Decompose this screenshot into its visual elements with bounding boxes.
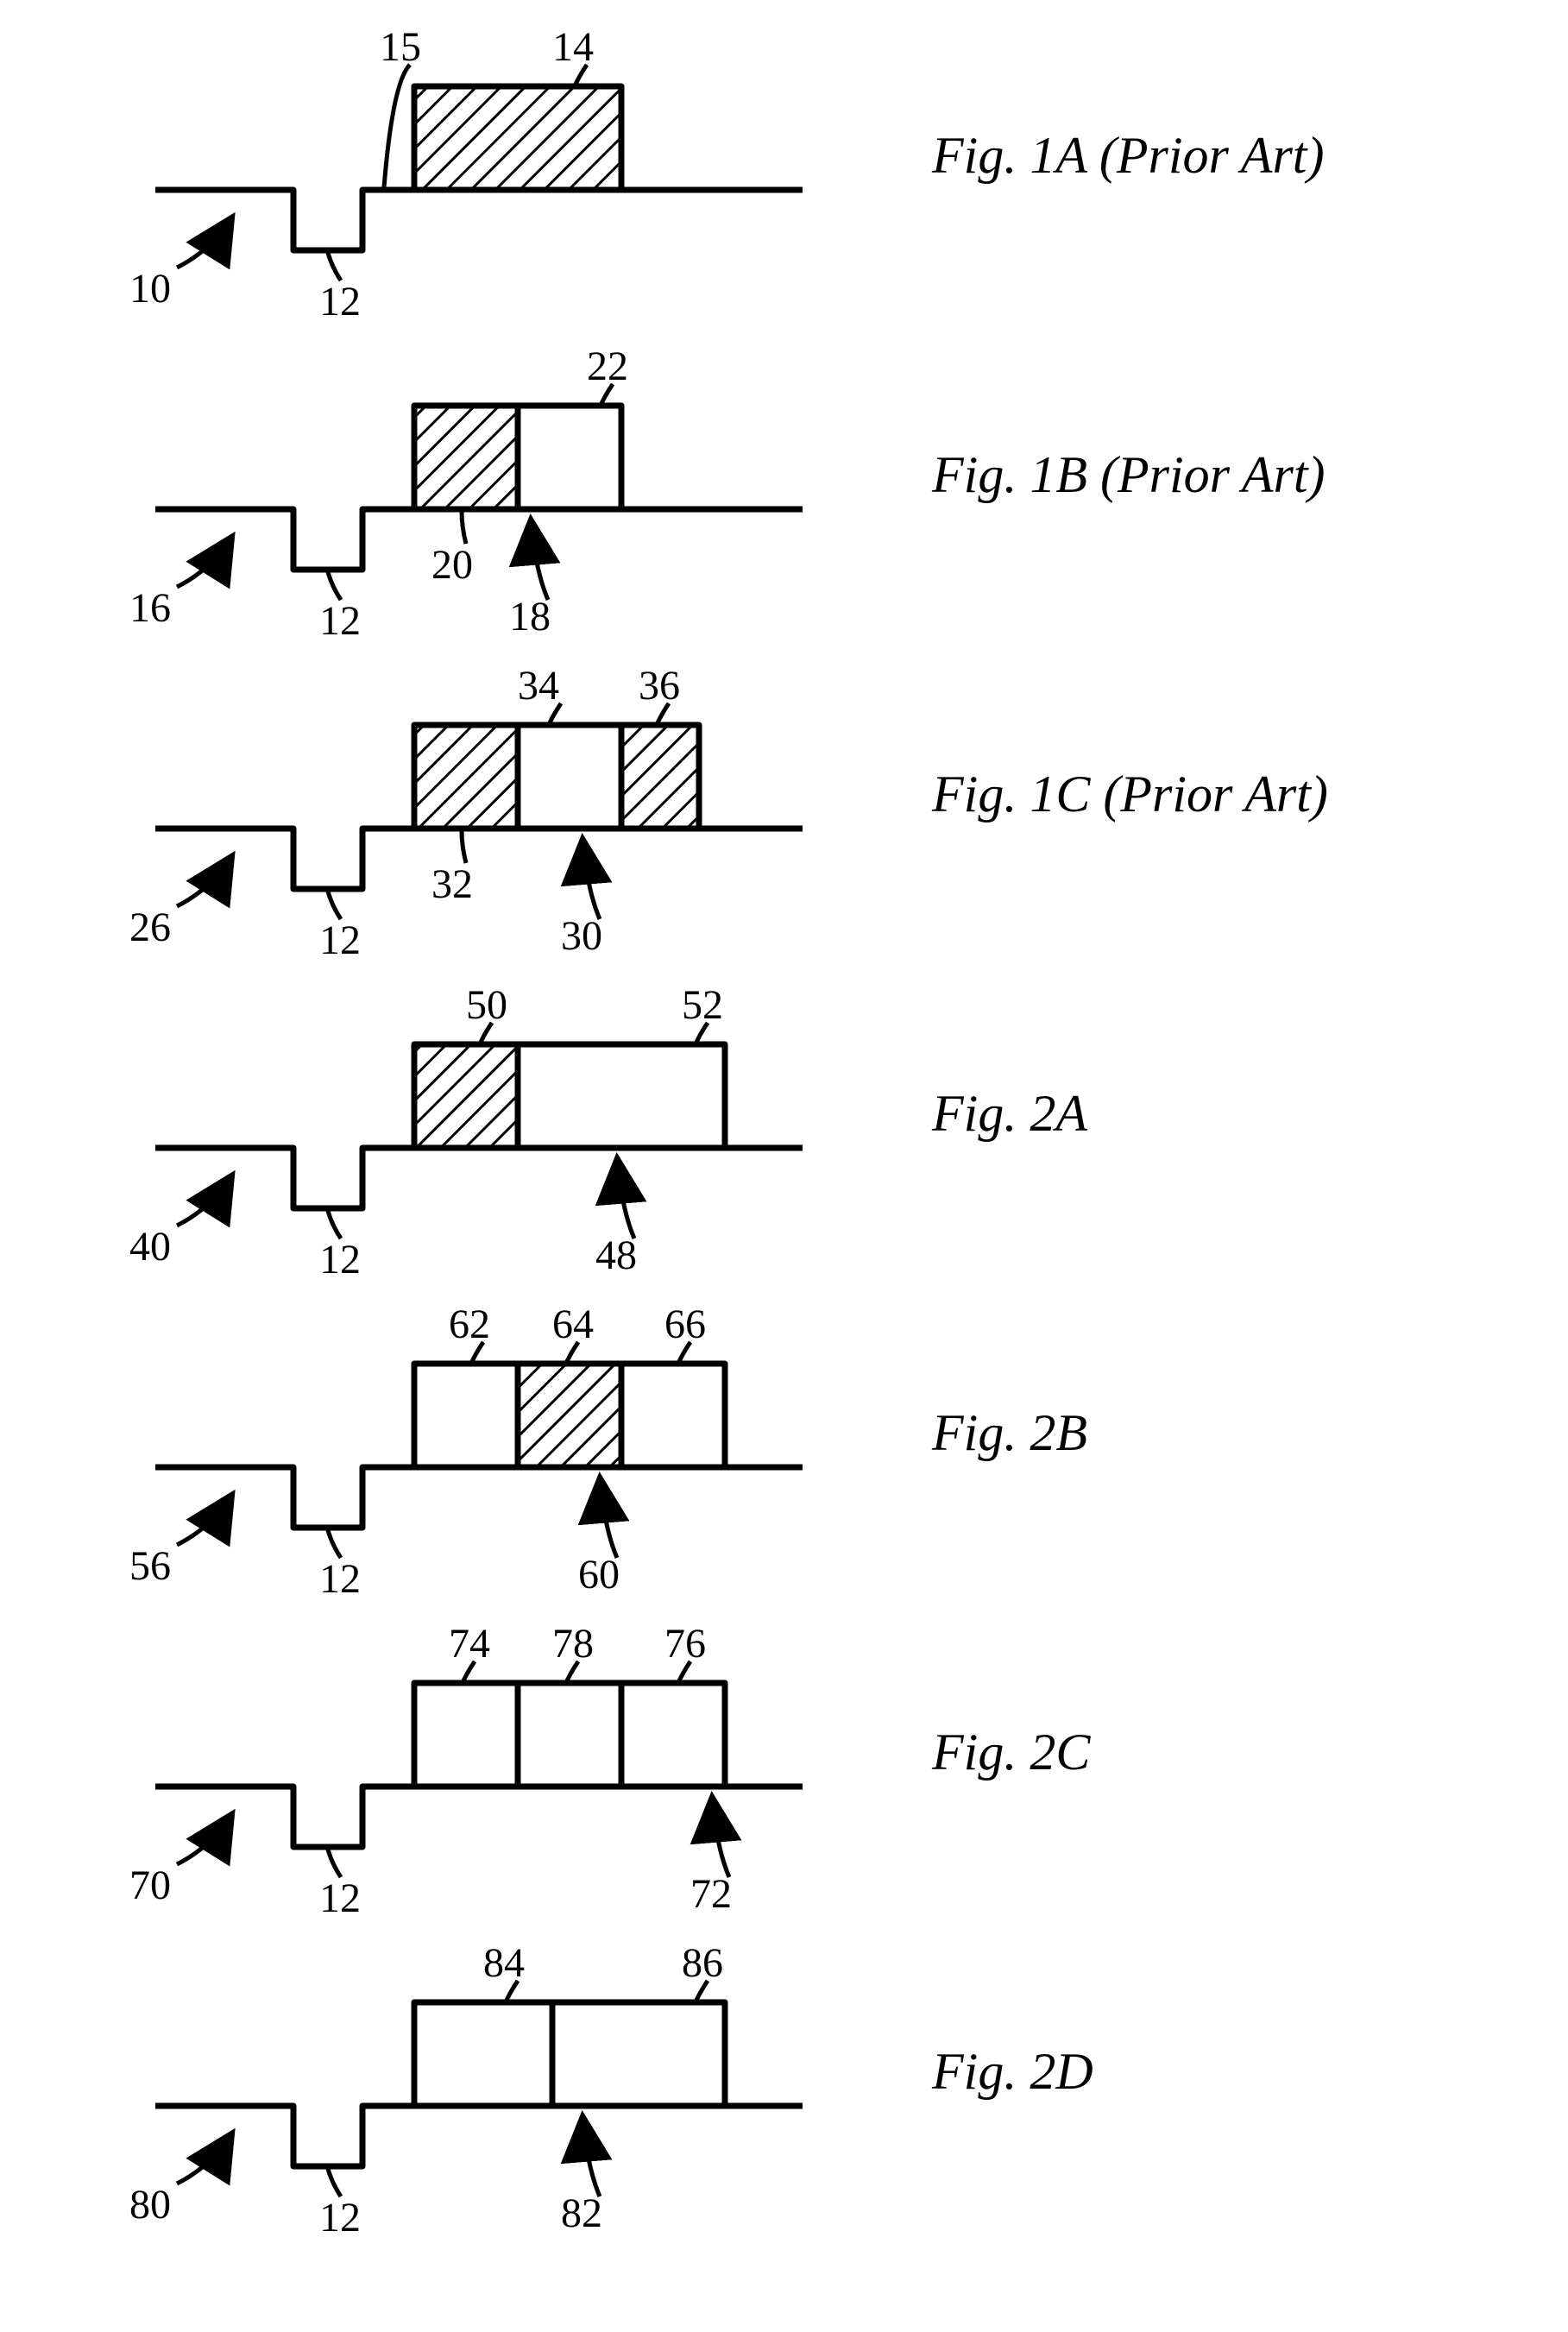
main-ref: 16 [129, 585, 171, 631]
figure-caption: Fig. 1A (Prior Art) [931, 127, 1324, 184]
port-ref-arrow [600, 1476, 617, 1558]
segment-ref: 34 [518, 663, 559, 709]
figure-caption: Fig. 2A [931, 1085, 1087, 1142]
port-ref-arrow [582, 837, 600, 919]
notch-ref: 12 [319, 598, 361, 644]
figure-caption: Fig. 2B [931, 1404, 1087, 1461]
notch-ref-leader [328, 253, 341, 280]
main-ref-arrow [177, 1812, 233, 1864]
port-ref-arrow [617, 1157, 634, 1238]
notch-ref: 12 [319, 1237, 361, 1283]
waveform [155, 2002, 803, 2166]
main-ref: 26 [129, 904, 171, 950]
segment-ref-leader [462, 512, 466, 544]
segment-ref: 50 [466, 982, 507, 1028]
segment-ref: 86 [682, 1940, 723, 1986]
notch-ref: 12 [319, 917, 361, 963]
porch-ref: 15 [380, 24, 421, 70]
waveform [155, 1364, 803, 1528]
port-ref: 30 [561, 913, 602, 959]
notch-ref: 12 [319, 279, 361, 325]
figure-caption: Fig. 2C [931, 1724, 1091, 1781]
porch-ref-leader [384, 65, 410, 187]
notch-ref-leader [328, 892, 341, 919]
notch-ref-leader [328, 1530, 341, 1558]
fig-2b [155, 1342, 803, 1558]
main-ref-arrow [177, 854, 233, 906]
segment-hatched [417, 408, 515, 507]
segment-hatched [417, 728, 515, 826]
port-ref: 48 [595, 1232, 637, 1278]
port-ref-arrow [582, 2115, 600, 2196]
segment-ref: 84 [483, 1940, 525, 1986]
fig-2a [155, 1023, 803, 1238]
port-ref: 82 [561, 2190, 602, 2236]
notch-ref: 12 [319, 1875, 361, 1921]
port-ref: 72 [690, 1871, 732, 1917]
segment-ref: 64 [552, 1302, 594, 1347]
patent-figure-sheet: 10 12 15 14 Fig. 1A (Prior Art) 16 12 20 22 18 Fig… [0, 0, 1568, 2332]
segment-ref: 32 [431, 861, 473, 907]
port-ref: 60 [578, 1552, 620, 1598]
notch-ref: 12 [319, 2195, 361, 2241]
figure-caption: Fig. 1C (Prior Art) [931, 766, 1328, 823]
main-ref-arrow [177, 1174, 233, 1226]
fig-1a [155, 65, 803, 280]
segment-hatched [520, 1366, 619, 1465]
segment-ref: 76 [664, 1621, 706, 1667]
segment-ref: 74 [449, 1621, 490, 1667]
main-ref-arrow [177, 1493, 233, 1545]
segment-hatched [417, 1047, 515, 1145]
notch-ref-leader [328, 1850, 341, 1877]
main-ref: 10 [129, 266, 171, 312]
segment-ref: 78 [552, 1621, 594, 1667]
port-ref-arrow [531, 518, 548, 600]
segment-hatched [624, 728, 696, 826]
segment-hatched [417, 89, 619, 187]
segment-ref: 52 [682, 982, 723, 1028]
figure-caption: Fig. 2D [931, 2043, 1093, 2100]
segment-ref: 36 [639, 663, 680, 709]
segment-ref: 14 [552, 24, 594, 70]
waveform [155, 1683, 803, 1847]
fig-2d [155, 1981, 803, 2196]
segment-ref: 22 [587, 343, 628, 389]
figure-caption: Fig. 1B (Prior Art) [931, 446, 1326, 503]
main-ref: 70 [129, 1862, 171, 1908]
notch-ref-leader [328, 572, 341, 600]
main-ref-arrow [177, 2132, 233, 2184]
notch-ref-leader [328, 1211, 341, 1238]
main-ref: 40 [129, 1224, 171, 1270]
segment-ref-leader [462, 831, 466, 863]
segment-ref: 66 [664, 1302, 706, 1347]
notch-ref-leader [328, 2169, 341, 2196]
fig-2c [155, 1661, 803, 1877]
main-ref-arrow [177, 535, 233, 587]
fig-1c [155, 703, 803, 919]
port-ref-arrow [712, 1795, 729, 1877]
main-ref: 56 [129, 1543, 171, 1589]
fig-1b [155, 384, 803, 600]
port-ref: 18 [509, 594, 551, 640]
main-ref: 80 [129, 2182, 171, 2228]
main-ref-arrow [177, 216, 233, 268]
segment-ref: 62 [449, 1302, 490, 1347]
notch-ref: 12 [319, 1556, 361, 1602]
segment-ref: 20 [431, 542, 473, 588]
